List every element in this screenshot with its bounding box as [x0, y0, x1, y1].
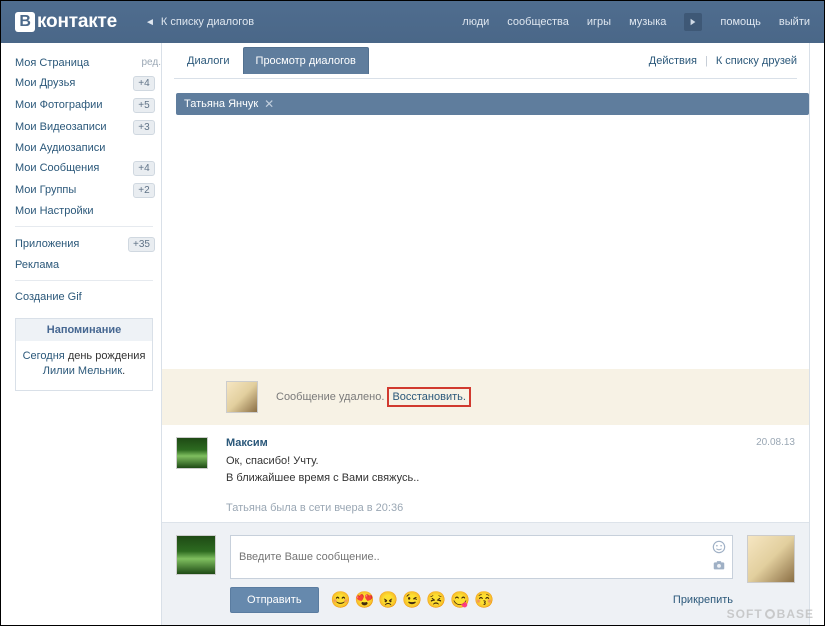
- sidebar-item: Моя Страница ред.: [15, 53, 161, 72]
- edit-link[interactable]: ред.: [141, 57, 161, 68]
- nav-communities[interactable]: сообщества: [507, 16, 569, 28]
- circle-icon: [765, 609, 775, 619]
- emoji-icon[interactable]: 😍: [354, 590, 374, 610]
- logo-text: контакте: [37, 11, 117, 33]
- main-content: Диалоги Просмотр диалогов Действия | К с…: [161, 43, 810, 625]
- emoji-icon[interactable]: 😣: [426, 590, 446, 610]
- sidebar-link[interactable]: Создание Gif: [15, 291, 82, 303]
- emoji-icon[interactable]: 😠: [378, 590, 398, 610]
- sidebar-item: Мои Группы +2: [15, 179, 161, 201]
- sidebar-item: Мои Видеозаписи +3: [15, 116, 161, 138]
- nav-logout[interactable]: выйти: [779, 16, 810, 28]
- nav-help[interactable]: помощь: [720, 16, 761, 28]
- sidebar-link[interactable]: Мои Друзья: [15, 77, 75, 89]
- tab-dialogs[interactable]: Диалоги: [174, 47, 243, 75]
- nav-people[interactable]: люди: [462, 16, 489, 28]
- nav-music[interactable]: музыка: [629, 16, 666, 28]
- emoji-icon[interactable]: 😉: [402, 590, 422, 610]
- sidebar-item: Мои Аудиозаписи: [15, 138, 161, 157]
- sidebar-link[interactable]: Реклама: [15, 259, 59, 271]
- left-sidebar: Моя Страница ред. Мои Друзья +4 Мои Фотограф…: [1, 43, 161, 625]
- message-input-wrap: [230, 535, 733, 579]
- reminder-title: Напоминание: [16, 319, 152, 341]
- smile-icon[interactable]: [712, 540, 726, 554]
- counter-badge: +2: [133, 183, 155, 198]
- logo[interactable]: Вконтакте: [15, 11, 117, 33]
- counter-badge: +35: [128, 237, 155, 252]
- sidebar-link[interactable]: Моя Страница: [15, 57, 89, 69]
- counter-badge: +4: [133, 76, 155, 91]
- close-icon[interactable]: ✕: [264, 98, 274, 110]
- friends-list-link[interactable]: К списку друзей: [716, 55, 797, 67]
- message-author[interactable]: Максим: [226, 437, 268, 449]
- sidebar-item: Создание Gif: [15, 287, 161, 306]
- sidebar-item: Мои Фотографии +5: [15, 94, 161, 116]
- sidebar-link[interactable]: Приложения: [15, 238, 79, 250]
- play-button[interactable]: [684, 13, 702, 31]
- restore-link[interactable]: Восстановить.: [387, 387, 471, 407]
- avatar[interactable]: [176, 535, 216, 575]
- counter-badge: +4: [133, 161, 155, 176]
- counter-badge: +3: [133, 120, 155, 135]
- contact-name: Татьяна Янчук: [184, 98, 258, 110]
- sidebar-link[interactable]: Мои Группы: [15, 184, 76, 196]
- message-row: Максим 20.08.13 Ок, спасибо! Учту. В бли…: [162, 425, 809, 490]
- contact-tag: Татьяна Янчук ✕: [176, 93, 809, 115]
- sidebar-link[interactable]: Мои Сообщения: [15, 162, 99, 174]
- nav-games[interactable]: игры: [587, 16, 611, 28]
- reminder-today[interactable]: Сегодня: [23, 350, 65, 362]
- attach-link[interactable]: Прикрепить: [673, 594, 733, 606]
- emoji-icon[interactable]: 😊: [331, 590, 351, 610]
- tab-view-dialogs[interactable]: Просмотр диалогов: [243, 47, 369, 74]
- sidebar-link[interactable]: Мои Видеозаписи: [15, 121, 107, 133]
- emoji-icon[interactable]: 😚: [474, 590, 494, 610]
- sidebar-link[interactable]: Мои Аудиозаписи: [15, 142, 105, 154]
- sidebar-item: Мои Настройки: [15, 201, 161, 220]
- emoji-row: 😊😍😠😉😣😋😚: [331, 590, 494, 610]
- sidebar-item: Мои Друзья +4: [15, 72, 161, 94]
- avatar[interactable]: [176, 437, 208, 469]
- emoji-icon[interactable]: 😋: [450, 590, 470, 610]
- top-header: Вконтакте ◄ К списку диалогов люди сообщ…: [1, 1, 824, 43]
- back-label: К списку диалогов: [161, 16, 254, 28]
- sidebar-link[interactable]: Мои Фотографии: [15, 99, 102, 111]
- message-text: Ок, спасибо! Учту. В ближайшее время с В…: [226, 449, 795, 486]
- reminder-box: Напоминание Сегодня день рождения Лилии …: [15, 318, 153, 391]
- compose-area: Отправить 😊😍😠😉😣😋😚 Прикрепить: [162, 522, 809, 625]
- reminder-person-link[interactable]: Лилии Мельник: [43, 365, 122, 377]
- deleted-message-row: Сообщение удалено. Восстановить.: [162, 369, 809, 425]
- camera-icon[interactable]: [712, 558, 726, 572]
- last-seen: Татьяна была в сети вчера в 20:36: [226, 502, 809, 514]
- avatar[interactable]: [226, 381, 258, 413]
- play-icon: [689, 18, 697, 26]
- sidebar-item: Мои Сообщения +4: [15, 157, 161, 179]
- message-date: 20.08.13: [756, 437, 795, 449]
- counter-badge: +5: [133, 98, 155, 113]
- header-nav: люди сообщества игры музыка помощь выйти: [462, 13, 810, 31]
- avatar[interactable]: [747, 535, 795, 583]
- sidebar-item: Реклама: [15, 255, 161, 274]
- chevron-left-icon: ◄: [145, 17, 155, 28]
- reminder-body: Сегодня день рождения Лилии Мельник.: [16, 341, 152, 390]
- watermark: SOFTBASE: [727, 607, 814, 621]
- back-to-dialogs-link[interactable]: ◄ К списку диалогов: [145, 16, 254, 28]
- deleted-text: Сообщение удалено.: [276, 391, 384, 403]
- message-input[interactable]: [231, 536, 682, 578]
- send-button[interactable]: Отправить: [230, 587, 319, 613]
- tabs-row: Диалоги Просмотр диалогов Действия | К с…: [174, 43, 797, 79]
- sidebar-item: Приложения +35: [15, 233, 161, 255]
- sidebar-link[interactable]: Мои Настройки: [15, 205, 94, 217]
- actions-link[interactable]: Действия: [649, 55, 697, 67]
- logo-letter: В: [15, 12, 35, 32]
